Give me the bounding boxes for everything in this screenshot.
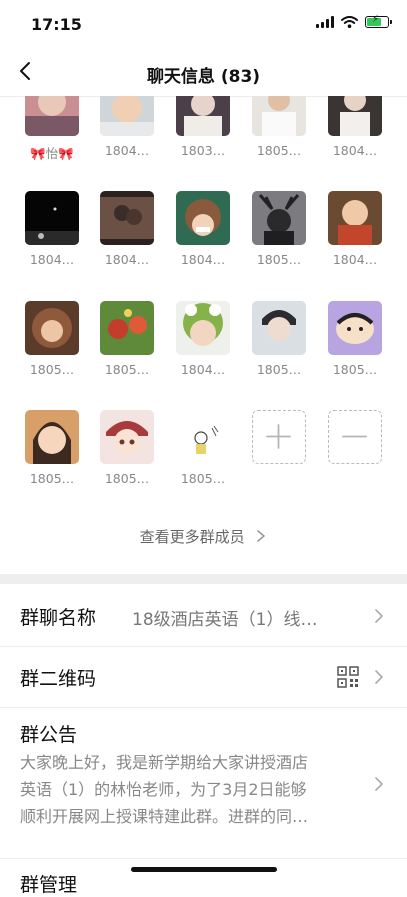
member-name: 1805… [180, 471, 226, 486]
member-name: 1804… [29, 252, 75, 267]
view-more-members-link[interactable]: 查看更多群成员 [0, 526, 407, 547]
member-item[interactable]: 1805… [20, 410, 84, 486]
member-avatar [176, 410, 230, 464]
member-item[interactable]: 1805… [247, 191, 311, 267]
qr-code-label: 群二维码 [20, 668, 97, 690]
group-name-label: 群聊名称 [20, 607, 97, 629]
member-item[interactable]: 1804… [95, 191, 159, 267]
view-more-members-label: 查看更多群成员 [139, 528, 245, 546]
member-avatar [100, 191, 154, 245]
chevron-right-icon [375, 777, 383, 791]
chevron-right-icon [375, 609, 383, 623]
member-avatar [176, 301, 230, 355]
member-name: 1805… [29, 362, 75, 377]
member-item[interactable]: 1804… [171, 191, 235, 267]
member-item[interactable]: 1804… [323, 191, 387, 267]
member-name: 1803… [180, 143, 226, 158]
minus-icon [342, 435, 367, 438]
member-item[interactable]: 1805… [95, 410, 159, 486]
member-name: 1805… [256, 143, 302, 158]
member-grid: 🎀怡🎀 1804… 1803… 1805… 1804… 1804… 1804… … [0, 96, 407, 496]
group-name-value: 18级酒店英语（1）线… [132, 610, 318, 630]
member-name: 1805… [256, 362, 302, 377]
member-name: 1804… [332, 252, 378, 267]
member-item[interactable]: 1804… [323, 96, 387, 158]
member-item[interactable]: 1805… [323, 301, 387, 377]
member-avatar [328, 96, 382, 136]
member-avatar [252, 301, 306, 355]
member-item[interactable]: 1803… [171, 96, 235, 158]
page-title: 聊天信息 (83) [146, 67, 261, 87]
member-item[interactable]: 1804… [171, 301, 235, 377]
member-avatar [176, 96, 230, 136]
member-avatar [328, 301, 382, 355]
status-bar: 17:15 ⚡ [0, 0, 407, 48]
group-notice-row[interactable]: 群公告 大家晚上好，我是新学期给大家讲授酒店 英语（1）的林怡老师，为了3月2日… [0, 708, 407, 859]
member-avatar [252, 96, 306, 136]
member-name: 1805… [29, 471, 75, 486]
section-divider [0, 574, 407, 584]
chevron-right-icon [375, 670, 383, 684]
add-member-button[interactable] [252, 410, 306, 464]
member-avatar [25, 410, 79, 464]
member-name: 1804… [104, 143, 150, 158]
plus-icon [266, 424, 291, 449]
status-time: 17:15 [31, 15, 82, 34]
cellular-signal-icon [316, 16, 334, 28]
member-name: 1805… [104, 471, 150, 486]
remove-member-button[interactable] [328, 410, 382, 464]
member-avatar [100, 301, 154, 355]
member-name: 1804… [104, 252, 150, 267]
member-name: 1804… [180, 252, 226, 267]
group-manage-label[interactable]: 群管理 [20, 870, 77, 897]
member-item[interactable]: 1805… [20, 301, 84, 377]
member-name: 1805… [256, 252, 302, 267]
chevron-right-icon [257, 530, 266, 542]
member-avatar [100, 96, 154, 136]
member-item[interactable]: 1805… [247, 301, 311, 377]
member-avatar [25, 301, 79, 355]
member-item[interactable]: 1805… [95, 301, 159, 377]
home-indicator [131, 867, 277, 872]
notice-line: 英语（1）的林怡老师，为了3月2日能够 [20, 780, 307, 799]
battery-icon: ⚡ [365, 14, 392, 28]
member-avatar [25, 191, 79, 245]
member-avatar [100, 410, 154, 464]
qr-code-row[interactable]: 群二维码 [0, 647, 407, 708]
member-item[interactable]: 1805… [171, 410, 235, 486]
group-notice-text: 大家晚上好，我是新学期给大家讲授酒店 英语（1）的林怡老师，为了3月2日能够 顺… [20, 749, 365, 830]
member-name: 1804… [180, 362, 226, 377]
member-avatar [328, 191, 382, 245]
member-avatar [25, 96, 79, 136]
member-item[interactable]: 1805… [247, 96, 311, 158]
member-item[interactable]: 1804… [20, 191, 84, 267]
member-avatar [252, 191, 306, 245]
member-name: 🎀怡🎀 [30, 146, 74, 161]
member-name: 1805… [332, 362, 378, 377]
member-name: 1804… [332, 143, 378, 158]
member-avatar [176, 191, 230, 245]
notice-line: 顺利开展网上授课特建此群。进群的同… [20, 807, 309, 826]
qr-code-icon [337, 666, 359, 688]
member-item[interactable]: 1804… [95, 96, 159, 158]
notice-line: 大家晚上好，我是新学期给大家讲授酒店 [20, 753, 309, 772]
member-name: 1805… [104, 362, 150, 377]
status-icons: ⚡ [316, 14, 392, 28]
wifi-icon [341, 16, 358, 28]
group-notice-label: 群公告 [20, 724, 78, 746]
member-item[interactable]: 🎀怡🎀 [20, 96, 84, 162]
group-name-row[interactable]: 群聊名称 18级酒店英语（1）线… [0, 586, 407, 647]
nav-bar: 聊天信息 (83) [0, 48, 407, 97]
